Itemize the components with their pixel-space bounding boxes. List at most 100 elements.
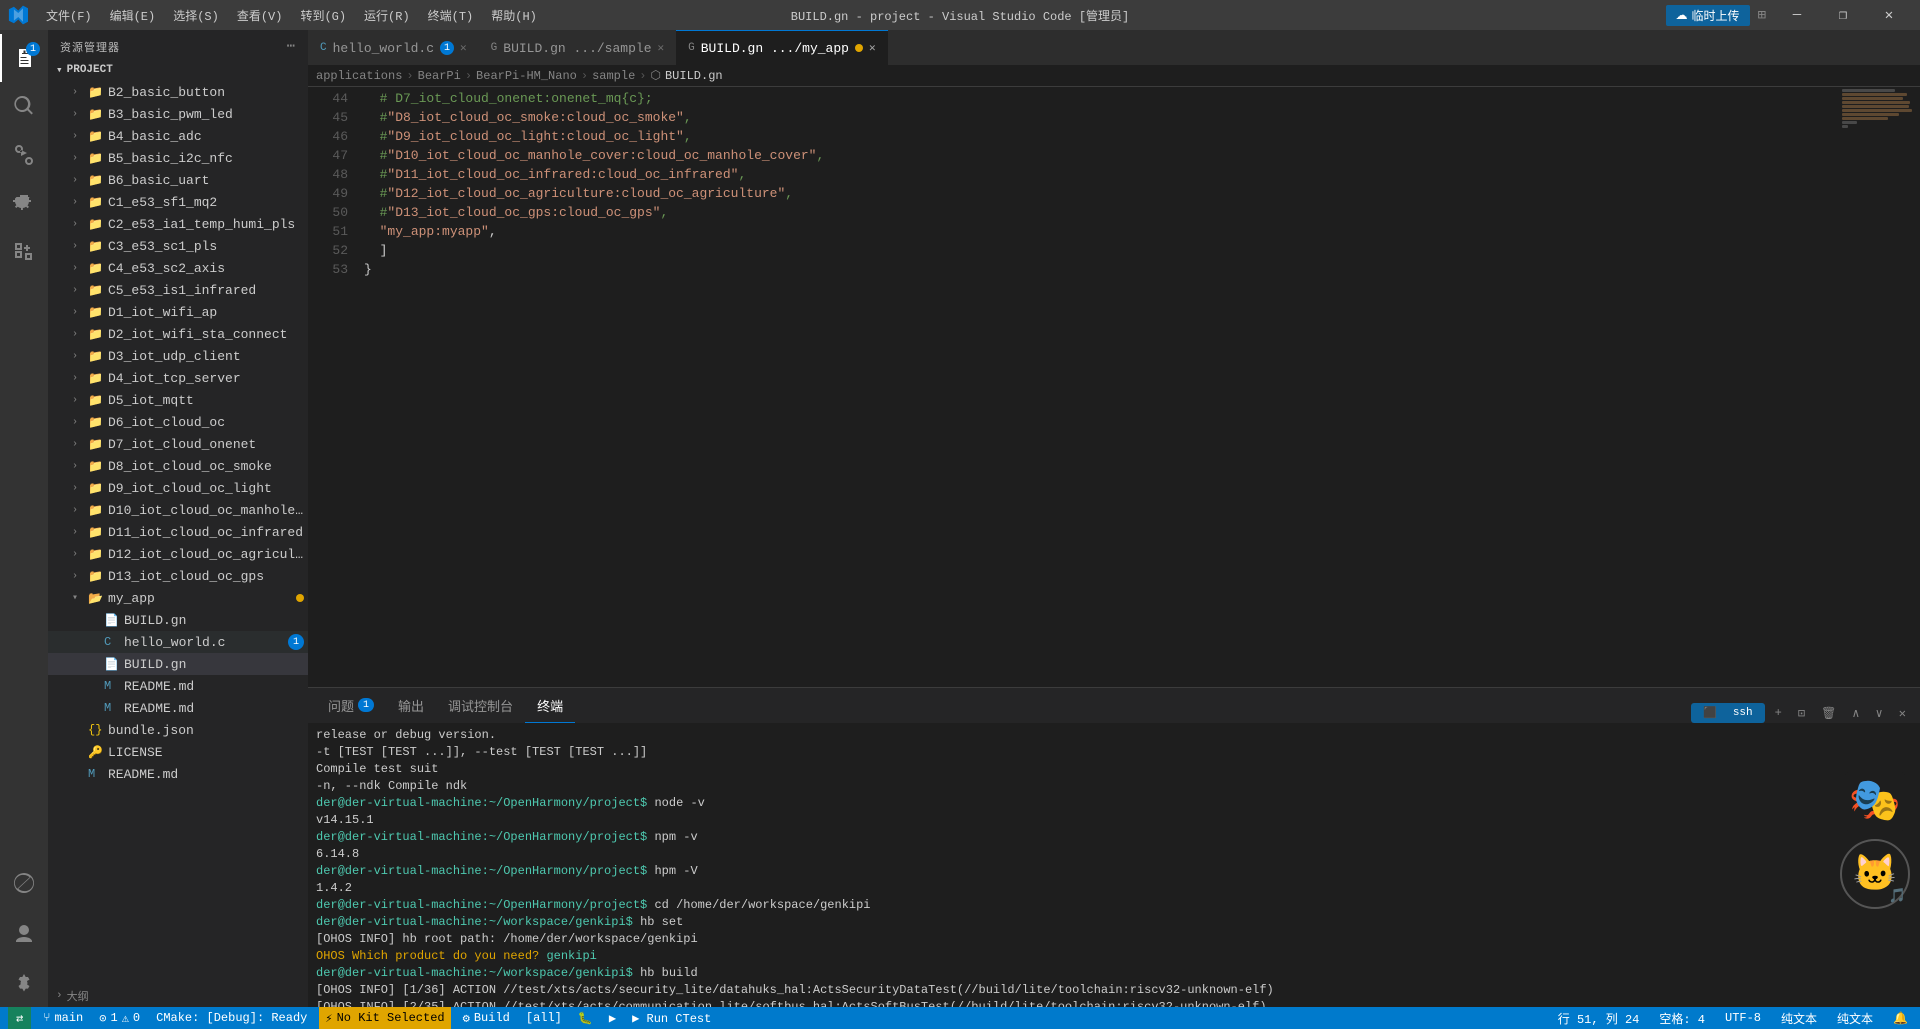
sidebar-item-b6[interactable]: › 📁 B6_basic_uart (48, 169, 308, 191)
sidebar-item-buildgn-active[interactable]: 📄 BUILD.gn (48, 653, 308, 675)
statusbar-build[interactable]: ⚙ Build (459, 1007, 514, 1029)
statusbar-git[interactable]: ⑂ main (39, 1007, 87, 1029)
statusbar-line-col[interactable]: 行 51, 列 24 (1554, 1007, 1644, 1029)
statusbar-cmake[interactable]: CMake: [Debug]: Ready (152, 1007, 311, 1029)
sidebar-item-myapp[interactable]: ▾ 📂 my_app (48, 587, 308, 609)
statusbar-spaces[interactable]: 空格: 4 (1655, 1007, 1709, 1029)
close-panel-icon[interactable]: ✕ (1893, 704, 1912, 723)
activity-settings[interactable] (0, 959, 48, 1007)
project-section[interactable]: ▾ PROJECT (48, 59, 308, 81)
sidebar-item-d7[interactable]: › 📁 D7_iot_cloud_onenet (48, 433, 308, 455)
menu-goto[interactable]: 转到(G) (292, 5, 354, 26)
panel-tab-terminal[interactable]: 终端 (525, 688, 575, 723)
main-layout: 1 资源管理器 ⋯ ▾ (0, 30, 1920, 1007)
activity-extensions[interactable] (0, 226, 48, 274)
sidebar-item-c1[interactable]: › 📁 C1_e53_sf1_mq2 (48, 191, 308, 213)
statusbar-debug-icon[interactable]: 🐛 (574, 1007, 597, 1029)
code-editor[interactable]: # D7_iot_cloud_onenet:onenet_mq{c}; #"D8… (356, 87, 1840, 687)
statusbar-notification[interactable]: 🔔 (1889, 1007, 1912, 1029)
menu-file[interactable]: 文件(F) (38, 5, 100, 26)
statusbar-target[interactable]: [all] (522, 1007, 566, 1029)
breadcrumb-part4[interactable]: ⬡ BUILD.gn (651, 68, 723, 83)
sidebar-item-d9[interactable]: › 📁 D9_iot_cloud_oc_light (48, 477, 308, 499)
folder-icon: 📁 (88, 85, 104, 100)
terminal[interactable]: release or debug version. -t [TEST [TEST… (308, 723, 1920, 1007)
tab-buildgn-sample[interactable]: G BUILD.gn .../sample ✕ (479, 30, 676, 65)
outline-section[interactable]: › 大纲 (48, 985, 308, 1007)
tab-close-icon[interactable]: ✕ (460, 41, 467, 55)
statusbar-nokit[interactable]: ⚡ No Kit Selected (319, 1007, 450, 1029)
menu-run[interactable]: 运行(R) (356, 5, 418, 26)
upload-button[interactable]: ☁ 临时上传 (1666, 5, 1750, 26)
sidebar-item-buildgn1[interactable]: 📄 BUILD.gn (48, 609, 308, 631)
sidebar-item-d10[interactable]: › 📁 D10_iot_cloud_oc_manhole_cover (48, 499, 308, 521)
sidebar-item-d13[interactable]: › 📁 D13_iot_cloud_oc_gps (48, 565, 308, 587)
sidebar-item-c5[interactable]: › 📁 C5_e53_is1_infrared (48, 279, 308, 301)
sidebar-item-d12[interactable]: › 📁 D12_iot_cloud_oc_agriculture (48, 543, 308, 565)
sidebar-item-d4[interactable]: › 📁 D4_iot_tcp_server (48, 367, 308, 389)
tab-buildgn-myapp[interactable]: G BUILD.gn .../my_app ✕ (676, 30, 887, 65)
sidebar-item-d3[interactable]: › 📁 D3_iot_udp_client (48, 345, 308, 367)
add-terminal-icon[interactable]: + (1769, 704, 1788, 722)
statusbar-lang[interactable]: 纯文本 (1833, 1007, 1877, 1029)
breadcrumb-part3[interactable]: sample (592, 69, 635, 83)
sidebar-item-helloworldc[interactable]: C hello_world.c 1 (48, 631, 308, 653)
sidebar-item-b5[interactable]: › 📁 B5_basic_i2c_nfc (48, 147, 308, 169)
sidebar-item-readme-root[interactable]: M README.md (48, 763, 308, 785)
sidebar-item-c2[interactable]: › 📁 C2_e53_ia1_temp_humi_pls (48, 213, 308, 235)
sidebar-item-b2[interactable]: › 📁 B2_basic_button (48, 81, 308, 103)
activity-debug[interactable] (0, 178, 48, 226)
statusbar-encoding[interactable]: UTF-8 (1721, 1007, 1765, 1029)
statusbar-remote[interactable]: ⇄ (8, 1007, 31, 1029)
statusbar-play-icon[interactable]: ▶ (605, 1007, 620, 1029)
activity-search[interactable] (0, 82, 48, 130)
sidebar-item-d1[interactable]: › 📁 D1_iot_wifi_ap (48, 301, 308, 323)
ssh-tag[interactable]: ⬛ ssh (1691, 703, 1765, 723)
sidebar-item-d5[interactable]: › 📁 D5_iot_mqtt (48, 389, 308, 411)
tab-helloworldc[interactable]: C hello_world.c 1 ✕ (308, 30, 479, 65)
sidebar-item-d2[interactable]: › 📁 D2_iot_wifi_sta_connect (48, 323, 308, 345)
trash-terminal-icon[interactable]: 🗑 (1815, 704, 1842, 723)
folder-icon: 📁 (88, 173, 104, 188)
menu-edit[interactable]: 编辑(E) (102, 5, 164, 26)
chevron-up-icon[interactable]: ∧ (1846, 704, 1865, 723)
close-button[interactable]: ✕ (1866, 0, 1912, 30)
panel-tab-problems[interactable]: 问题 1 (316, 688, 386, 723)
sidebar-item-bundle[interactable]: {} bundle.json (48, 719, 308, 741)
sidebar-item-c4[interactable]: › 📁 C4_e53_sc2_axis (48, 257, 308, 279)
folder-icon: 📁 (88, 239, 104, 254)
sidebar-item-c3[interactable]: › 📁 C3_e53_sc1_pls (48, 235, 308, 257)
breadcrumb-part0[interactable]: applications (316, 69, 402, 83)
panel-tab-output[interactable]: 输出 (386, 688, 436, 723)
activity-accounts[interactable] (0, 911, 48, 959)
statusbar-run-ctest[interactable]: ▶ Run CTest (628, 1007, 715, 1029)
activity-explorer[interactable]: 1 (0, 34, 48, 82)
menu-terminal[interactable]: 终端(T) (420, 5, 482, 26)
sidebar-item-d8[interactable]: › 📁 D8_iot_cloud_oc_smoke (48, 455, 308, 477)
tab-close-icon[interactable]: ✕ (869, 41, 876, 55)
panel-tab-debug-console[interactable]: 调试控制台 (436, 688, 525, 723)
breadcrumb-part1[interactable]: BearPi (418, 69, 461, 83)
menu-select[interactable]: 选择(S) (165, 5, 227, 26)
sidebar-item-b3[interactable]: › 📁 B3_basic_pwm_led (48, 103, 308, 125)
sidebar-item-readme2[interactable]: M README.md (48, 697, 308, 719)
activity-source-control[interactable] (0, 130, 48, 178)
statusbar-eol[interactable]: 纯文本 (1777, 1007, 1821, 1029)
sidebar-item-readme1[interactable]: M README.md (48, 675, 308, 697)
sidebar-item-d11[interactable]: › 📁 D11_iot_cloud_oc_infrared (48, 521, 308, 543)
statusbar-errors[interactable]: ⊙ 1 ⚠ 0 (95, 1007, 144, 1029)
menu-view[interactable]: 查看(V) (229, 5, 291, 26)
minimize-button[interactable]: — (1774, 0, 1820, 30)
split-terminal-icon[interactable]: ⊡ (1792, 704, 1811, 723)
layout-icon1[interactable]: ⊞ (1758, 7, 1766, 24)
menu-help[interactable]: 帮助(H) (483, 5, 545, 26)
activity-remote[interactable] (0, 859, 48, 907)
sidebar-item-d6[interactable]: › 📁 D6_iot_cloud_oc (48, 411, 308, 433)
chevron-down-icon[interactable]: ∨ (1870, 704, 1889, 723)
maximize-button[interactable]: ❐ (1820, 0, 1866, 30)
tab-close-icon[interactable]: ✕ (658, 41, 665, 55)
breadcrumb-part2[interactable]: BearPi-HM_Nano (476, 69, 577, 83)
sidebar-item-license[interactable]: 🔑 LICENSE (48, 741, 308, 763)
sidebar-item-b4[interactable]: › 📁 B4_basic_adc (48, 125, 308, 147)
new-file-icon[interactable]: ⋯ (287, 38, 296, 55)
